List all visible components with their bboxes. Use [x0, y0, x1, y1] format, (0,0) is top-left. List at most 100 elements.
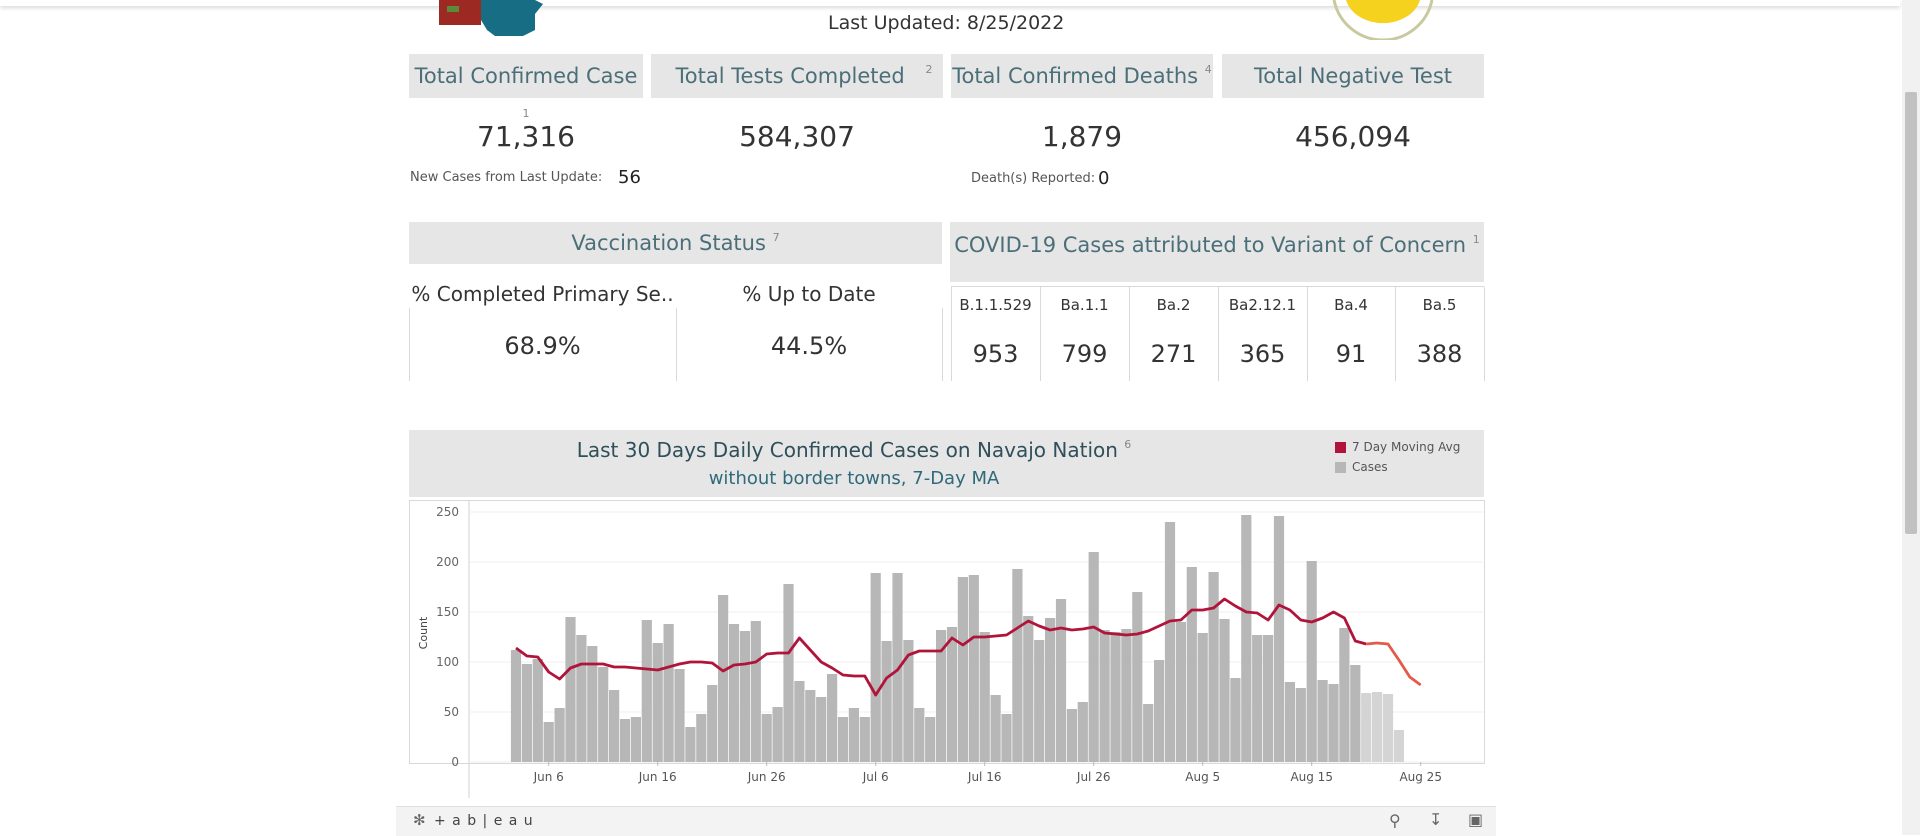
y-axis-label: Count	[417, 616, 430, 649]
deaths-reported-value: 0	[1098, 168, 1110, 189]
kpi-header-negative-tests: Total Negative Test	[1222, 54, 1484, 98]
bar-daily-cases	[914, 708, 925, 762]
kpi-value-tests-completed: 584,307	[739, 120, 855, 153]
bar-daily-cases	[957, 577, 968, 762]
bar-daily-cases	[1034, 640, 1045, 762]
bar-daily-cases	[598, 667, 609, 762]
bar-daily-cases	[1273, 516, 1285, 762]
bar-daily-cases	[990, 695, 1001, 762]
kpi-header-label: Total Negative Test	[1254, 64, 1452, 88]
x-tick-label: Jun 16	[638, 770, 677, 784]
line-7day-moving-avg-recent	[1366, 641, 1422, 687]
bar-daily-cases	[827, 674, 838, 762]
y-tick-label: 150	[436, 605, 459, 619]
kpi-value-negative-tests: 456,094	[1295, 120, 1411, 153]
bar-daily-cases	[1012, 569, 1023, 762]
bar-daily-cases	[1023, 616, 1034, 762]
divider	[1040, 287, 1041, 381]
vaccination-footnote: 7	[772, 231, 780, 244]
legend-label-cases: Cases	[1352, 460, 1388, 474]
bar-daily-cases	[783, 584, 794, 762]
share-icon[interactable]: ⚲	[1389, 811, 1401, 830]
bar-daily-cases	[925, 717, 936, 762]
bar-daily-cases	[685, 727, 696, 762]
vaccination-col-label-uptodate: % Up to Date	[742, 282, 876, 306]
vaccination-col-label-primary: % Completed Primary Se..	[411, 282, 674, 306]
bar-daily-cases	[1197, 633, 1208, 762]
tableau-footer-toolbar: ✻ + a b | e a u ⚲ ↧ ▣	[396, 806, 1496, 836]
variant-header: COVID-19 Cases attributed to Variant of …	[950, 222, 1484, 282]
bar-daily-cases	[794, 681, 805, 762]
bar-daily-cases	[707, 685, 718, 762]
variant-label: Ba.2	[1156, 296, 1191, 314]
bar-daily-cases	[979, 632, 990, 762]
variant-value: 365	[1239, 340, 1286, 368]
divider	[1307, 287, 1308, 381]
x-tick-label: Aug 25	[1399, 770, 1442, 784]
bar-daily-cases	[663, 624, 674, 762]
kpi-header-confirmed-cases: Total Confirmed Case 1	[409, 54, 643, 120]
bar-daily-cases	[1066, 709, 1077, 762]
bar-daily-cases	[521, 664, 532, 762]
page-scrollbar-thumb[interactable]	[1905, 92, 1917, 534]
bar-daily-cases	[816, 697, 827, 762]
divider	[409, 308, 410, 381]
bar-daily-cases	[652, 643, 663, 762]
bar-daily-cases	[609, 690, 620, 762]
bar-daily-cases	[1186, 567, 1197, 762]
vaccination-value-uptodate: 44.5%	[770, 332, 848, 360]
divider	[1218, 287, 1219, 381]
bar-daily-cases	[1164, 522, 1176, 762]
bar-daily-cases	[1110, 632, 1121, 762]
x-tick-label: Jul 16	[967, 770, 1002, 784]
bar-daily-cases	[1361, 693, 1372, 762]
bar-daily-cases	[1328, 684, 1339, 762]
bar-daily-cases	[1317, 680, 1328, 762]
divider	[676, 308, 677, 381]
divider	[942, 308, 943, 381]
legend-label-ma: 7 Day Moving Avg	[1352, 440, 1461, 454]
divider	[1395, 287, 1396, 381]
fullscreen-icon[interactable]: ▣	[1468, 810, 1483, 829]
variant-label: Ba.4	[1334, 296, 1368, 314]
vaccination-value-primary: 68.9%	[504, 332, 581, 360]
bar-daily-cases	[510, 650, 522, 762]
variant-value: 91	[1335, 340, 1367, 368]
bar-daily-cases	[1121, 629, 1132, 762]
bar-daily-cases	[1339, 628, 1350, 762]
chart-subtitle: without border towns, 7-Day MA	[708, 468, 1000, 489]
tableau-logo-icon[interactable]: ✻	[413, 811, 426, 829]
daily-cases-chart: 0 50 100 150 200 250 Count Jun 6 Jun 16 Jun 26 Jul…	[409, 500, 1485, 798]
bar-daily-cases	[1175, 622, 1186, 762]
tableau-brand[interactable]: + a b | e a u	[434, 813, 534, 829]
bar-daily-cases	[848, 708, 859, 762]
y-tick-label: 200	[436, 555, 459, 569]
chart-title: Last 30 Days Daily Confirmed Cases on Na…	[409, 438, 1299, 462]
bar-daily-cases	[1132, 592, 1143, 762]
bar-daily-cases	[619, 719, 631, 762]
bar-daily-cases	[750, 621, 761, 762]
bar-daily-cases	[1252, 635, 1263, 762]
bar-daily-cases	[881, 641, 892, 762]
deaths-reported-label: Death(s) Reported:	[971, 171, 1096, 186]
bar-daily-cases	[718, 595, 729, 762]
chart-title-text: Last 30 Days Daily Confirmed Cases on Na…	[576, 438, 1118, 462]
variant-label: Ba2.12.1	[1228, 296, 1297, 314]
divider	[1484, 287, 1485, 381]
bar-daily-cases	[1055, 599, 1067, 762]
bar-daily-cases	[1306, 561, 1317, 762]
bar-daily-cases	[946, 627, 958, 762]
variant-label: B.1.1.529	[959, 296, 1032, 314]
download-icon[interactable]: ↧	[1429, 810, 1442, 829]
y-tick-label: 250	[436, 505, 459, 519]
bar-daily-cases	[1350, 665, 1361, 762]
bar-daily-cases	[543, 722, 554, 762]
bar-daily-cases	[892, 573, 903, 762]
bar-daily-cases	[1241, 515, 1252, 762]
vaccination-status-title: Vaccination Status	[571, 231, 766, 255]
bar-daily-cases	[837, 717, 849, 762]
top-banner-edge	[0, 0, 1900, 6]
bar-daily-cases	[565, 617, 576, 762]
variant-footnote: 1	[1472, 233, 1480, 246]
y-tick-label: 50	[444, 705, 459, 719]
